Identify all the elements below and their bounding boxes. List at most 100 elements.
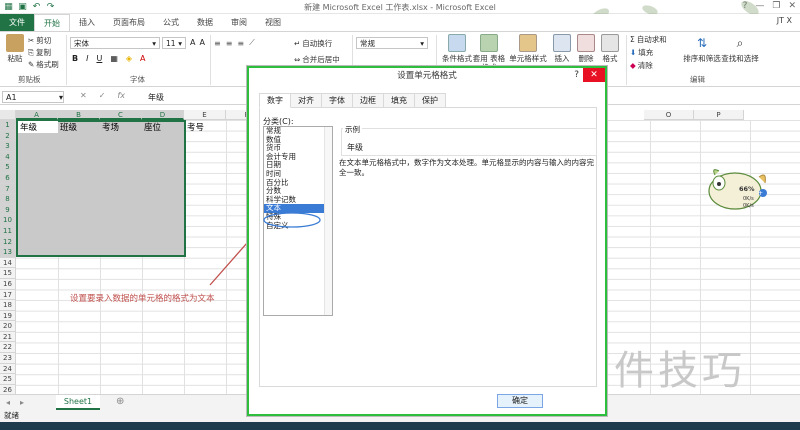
align-top-icon[interactable]: ≡	[214, 39, 221, 48]
row-header[interactable]: 13	[0, 247, 16, 258]
enter-icon[interactable]: ✓	[99, 91, 106, 100]
add-sheet-icon[interactable]: ⊕	[116, 396, 124, 407]
row-header[interactable]: 8	[0, 194, 16, 205]
row-header[interactable]: 9	[0, 204, 16, 216]
tab-insert[interactable]: 插入	[70, 14, 104, 31]
font-size-select[interactable]: 11 ▾	[162, 37, 186, 49]
tab-font[interactable]: 字体	[321, 93, 353, 107]
row-header[interactable]: 6	[0, 172, 16, 184]
row-header[interactable]: 10	[0, 215, 16, 226]
row-header[interactable]: 21	[0, 331, 16, 343]
tab-data[interactable]: 数据	[188, 14, 222, 31]
tab-home[interactable]: 开始	[34, 14, 70, 31]
tab-protection[interactable]: 保护	[414, 93, 446, 107]
cancel-icon[interactable]: ✕	[80, 91, 87, 100]
row-header[interactable]: 5	[0, 162, 16, 173]
selected-range[interactable]	[16, 120, 186, 257]
paste-button[interactable]: 粘贴	[2, 34, 28, 63]
row-header[interactable]: 16	[0, 278, 16, 290]
tab-view[interactable]: 视图	[256, 14, 290, 31]
row-header[interactable]: 17	[0, 289, 16, 301]
row-header[interactable]: 7	[0, 183, 16, 195]
column-header-e[interactable]: E	[184, 110, 226, 120]
find-select-button[interactable]: ⌕ 查找和选择	[720, 34, 760, 63]
category-scrollbar[interactable]	[324, 127, 332, 315]
cut-button[interactable]: ✂ 剪切	[28, 35, 59, 46]
tab-border[interactable]: 边框	[352, 93, 384, 107]
bold-icon[interactable]: B	[72, 54, 78, 63]
row-header[interactable]: 4	[0, 151, 16, 163]
tab-number[interactable]: 数字	[259, 93, 291, 108]
italic-icon[interactable]: I	[86, 54, 88, 63]
column-header-o[interactable]: O	[644, 110, 694, 120]
formula-input[interactable]: 年级	[148, 92, 164, 103]
tab-formulas[interactable]: 公式	[154, 14, 188, 31]
cell-a1[interactable]: 年级	[18, 121, 58, 133]
row-header[interactable]: 22	[0, 342, 16, 354]
row-header[interactable]: 14	[0, 257, 16, 269]
column-header-p[interactable]: P	[694, 110, 744, 120]
wrap-text-button[interactable]: ↵ 自动换行	[294, 38, 332, 49]
orientation-icon[interactable]: ⟋	[249, 38, 255, 48]
column-header-a[interactable]: A	[16, 110, 58, 120]
category-list[interactable]: 常规 数值 货币 会计专用 日期 时间 百分比 分数 科学记数 文本 特殊 自定…	[263, 126, 333, 316]
clear-button[interactable]: ◆ 清除	[630, 60, 667, 71]
increase-font-icon[interactable]: A	[190, 38, 195, 47]
chevron-left-icon[interactable]: ◂	[6, 398, 10, 407]
autosum-button[interactable]: Σ 自动求和	[630, 34, 667, 45]
column-header-c[interactable]: C	[100, 110, 142, 120]
row-header[interactable]: 25	[0, 374, 16, 385]
row-header[interactable]: 3	[0, 141, 16, 152]
row-header[interactable]: 12	[0, 236, 16, 248]
copy-button[interactable]: ⎘ 复制	[28, 47, 59, 58]
cell-c1[interactable]: 考场	[102, 121, 119, 133]
category-item[interactable]: 自定义	[264, 221, 332, 231]
format-cells-dialog: 设置单元格格式 ? ✕ 数字 对齐 字体 边框 填充 保护 分类(C): 常规 …	[247, 66, 607, 416]
fill-color-icon[interactable]: ◈	[126, 54, 132, 63]
column-header-d[interactable]: D	[142, 110, 184, 120]
select-all-corner[interactable]	[0, 110, 16, 120]
align-bottom-icon[interactable]: ≡	[237, 39, 244, 48]
function-icon[interactable]: fx	[117, 91, 125, 100]
row-header[interactable]: 11	[0, 225, 16, 237]
sheet-tab-sheet1[interactable]: Sheet1	[56, 395, 100, 410]
cell-d1[interactable]: 座位	[144, 121, 161, 133]
column-header-b[interactable]: B	[58, 110, 100, 120]
network-monitor-widget[interactable]: + 66% 0K/s 0K/s	[705, 165, 775, 213]
conditional-format-button[interactable]: 条件格式	[440, 34, 474, 63]
tab-alignment[interactable]: 对齐	[290, 93, 322, 107]
chevron-right-icon[interactable]: ▸	[20, 398, 24, 407]
tab-fill[interactable]: 填充	[383, 93, 415, 107]
cell-styles-button[interactable]: 单元格样式	[506, 34, 550, 63]
align-middle-icon[interactable]: ≡	[226, 39, 233, 48]
cell-e1[interactable]: 考号	[187, 121, 204, 133]
font-name-select[interactable]: 宋体 ▾	[70, 37, 160, 49]
row-header[interactable]: 19	[0, 310, 16, 322]
decrease-font-icon[interactable]: A	[199, 38, 204, 47]
cell-b1[interactable]: 班级	[60, 121, 77, 133]
name-box[interactable]: A1 ▾	[2, 91, 64, 103]
merge-center-button[interactable]: ⇔ 合并后居中	[294, 54, 340, 65]
tab-page-layout[interactable]: 页面布局	[104, 14, 154, 31]
fill-button[interactable]: ⬇ 填充	[630, 47, 667, 58]
font-color-icon[interactable]: A	[140, 54, 145, 63]
row-header[interactable]: 1	[0, 120, 16, 131]
dialog-close-icon[interactable]: ✕	[583, 68, 605, 82]
tab-file[interactable]: 文件	[0, 14, 34, 31]
row-header[interactable]: 18	[0, 300, 16, 311]
format-cells-button[interactable]: 格式	[596, 34, 624, 63]
user-name[interactable]: JT X	[777, 16, 792, 25]
number-format-select[interactable]: 常规 ▾	[356, 37, 428, 49]
ok-button[interactable]: 确定	[497, 394, 543, 408]
row-header[interactable]: 20	[0, 321, 16, 332]
sort-filter-button[interactable]: ⇅ 排序和筛选	[682, 34, 722, 63]
format-painter-button[interactable]: ✎ 格式刷	[28, 59, 59, 70]
underline-icon[interactable]: U	[96, 54, 102, 63]
row-header[interactable]: 24	[0, 363, 16, 375]
tab-review[interactable]: 审阅	[222, 14, 256, 31]
row-header[interactable]: 2	[0, 130, 16, 142]
border-icon[interactable]: ▦	[110, 54, 118, 63]
dialog-help-icon[interactable]: ?	[574, 70, 579, 80]
row-header[interactable]: 15	[0, 268, 16, 279]
row-header[interactable]: 23	[0, 353, 16, 364]
